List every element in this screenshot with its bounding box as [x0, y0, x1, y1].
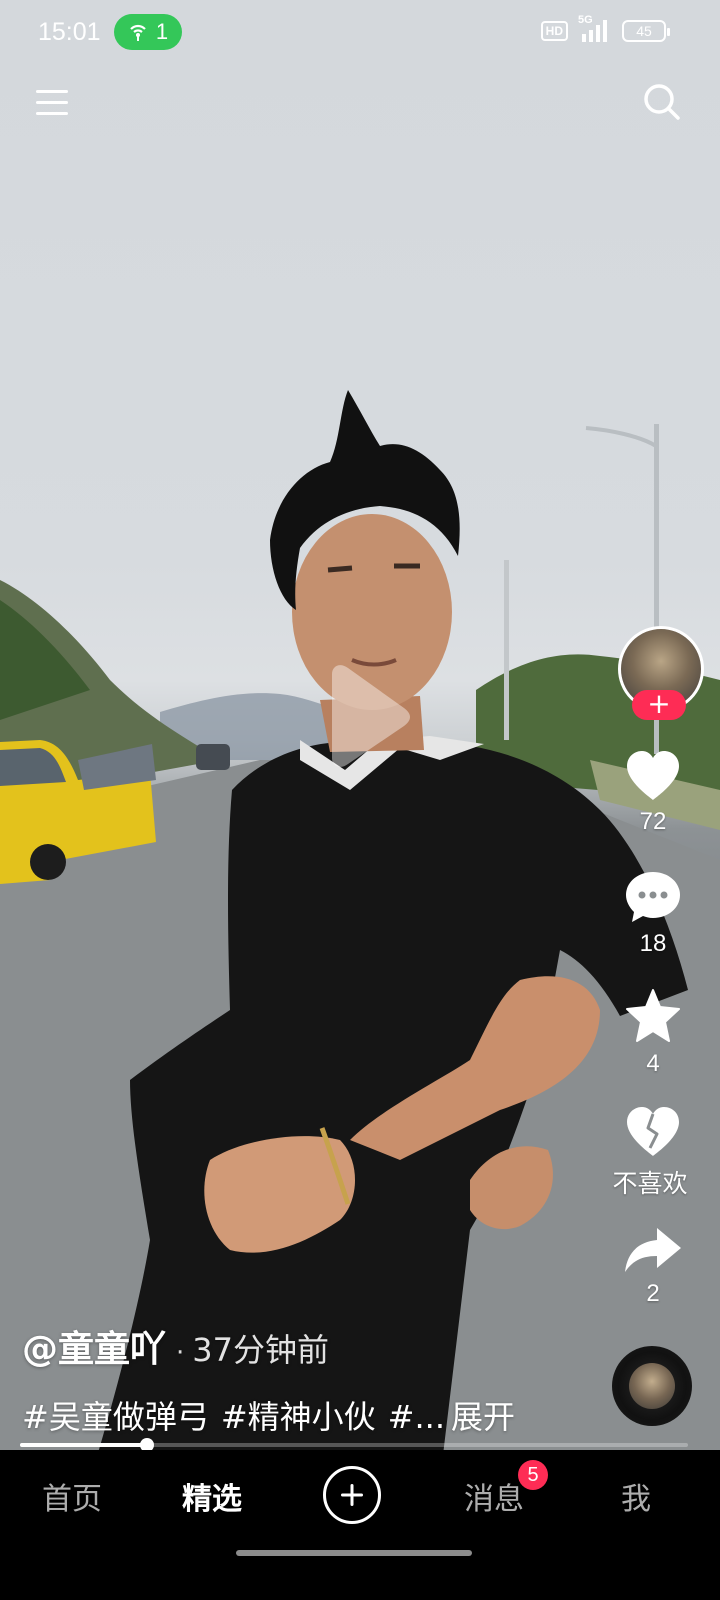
video-caption: @童童吖 · 37分钟前 #吴童做弹弓 #精神小伙 #... 展开 [22, 1320, 602, 1438]
heart-icon [627, 751, 679, 800]
post-time: 37分钟前 [192, 1331, 330, 1369]
like-count: 72 [639, 808, 667, 835]
comment-count: 18 [639, 930, 667, 957]
hotspot-indicator[interactable]: 1 [114, 14, 182, 50]
follow-button[interactable]: + [632, 690, 686, 720]
author-name[interactable]: @童童吖 [22, 1320, 166, 1372]
favorite-button[interactable]: 4 [610, 988, 696, 1078]
messages-badge: 5 [518, 1460, 548, 1490]
tab-home[interactable]: 首页 [36, 1474, 108, 1517]
search-icon [644, 84, 680, 120]
tab-featured[interactable]: 精选 [176, 1474, 248, 1517]
progress-fill [20, 1443, 147, 1447]
tab-me[interactable]: 我 [614, 1474, 658, 1517]
hashtag-link[interactable]: #... [388, 1398, 445, 1436]
share-icon [625, 1228, 681, 1272]
bottom-nav: 首页 精选 消息 5 我 [0, 1450, 720, 1600]
comment-button[interactable]: 18 [610, 870, 696, 958]
comment-icon [626, 872, 680, 922]
favorite-count: 4 [646, 1050, 660, 1077]
signal-icon: 5G [578, 14, 612, 42]
hashtag-link[interactable]: #吴童做弹弓 [22, 1398, 209, 1436]
hotspot-icon [130, 24, 146, 41]
author-row: @童童吖 · 37分钟前 [22, 1320, 602, 1372]
video-progress-bar[interactable] [20, 1438, 688, 1452]
battery-indicator: 45 [622, 20, 670, 42]
plus-icon [341, 1484, 363, 1506]
play-button[interactable] [318, 664, 412, 768]
status-time: 15:01 [38, 18, 101, 46]
hashtag-link[interactable]: #精神小伙 [221, 1398, 376, 1436]
description: #吴童做弹弓 #精神小伙 #... 展开 [22, 1392, 602, 1438]
broken-heart-icon [627, 1107, 679, 1156]
separator-dot: · [176, 1338, 185, 1368]
expand-link[interactable]: 展开 [451, 1398, 515, 1436]
dislike-button[interactable]: 不喜欢 [610, 1106, 696, 1200]
share-button[interactable]: 2 [610, 1226, 696, 1308]
star-icon [626, 989, 680, 1042]
music-disc-button[interactable] [612, 1346, 692, 1426]
menu-icon [36, 90, 68, 115]
dislike-label: 不喜欢 [612, 1169, 688, 1198]
author-avatar-button[interactable]: + [618, 626, 706, 720]
music-cover [629, 1363, 675, 1409]
video-feed-screen: 15:01 1 HD 5G 45 + 72 18 4 不喜欢 2 @童童吖 · … [0, 0, 720, 1600]
status-bar: 15:01 1 HD 5G 45 [0, 0, 720, 64]
home-indicator[interactable] [236, 1550, 472, 1556]
create-post-button[interactable] [323, 1466, 381, 1524]
hotspot-count: 1 [155, 19, 169, 44]
search-button[interactable] [642, 82, 682, 122]
like-button[interactable]: 72 [610, 750, 696, 836]
share-count: 2 [646, 1280, 660, 1307]
menu-button[interactable] [34, 84, 72, 122]
play-icon [332, 665, 410, 767]
hd-badge: HD [540, 21, 568, 41]
status-indicators: HD 5G 45 [540, 14, 670, 42]
